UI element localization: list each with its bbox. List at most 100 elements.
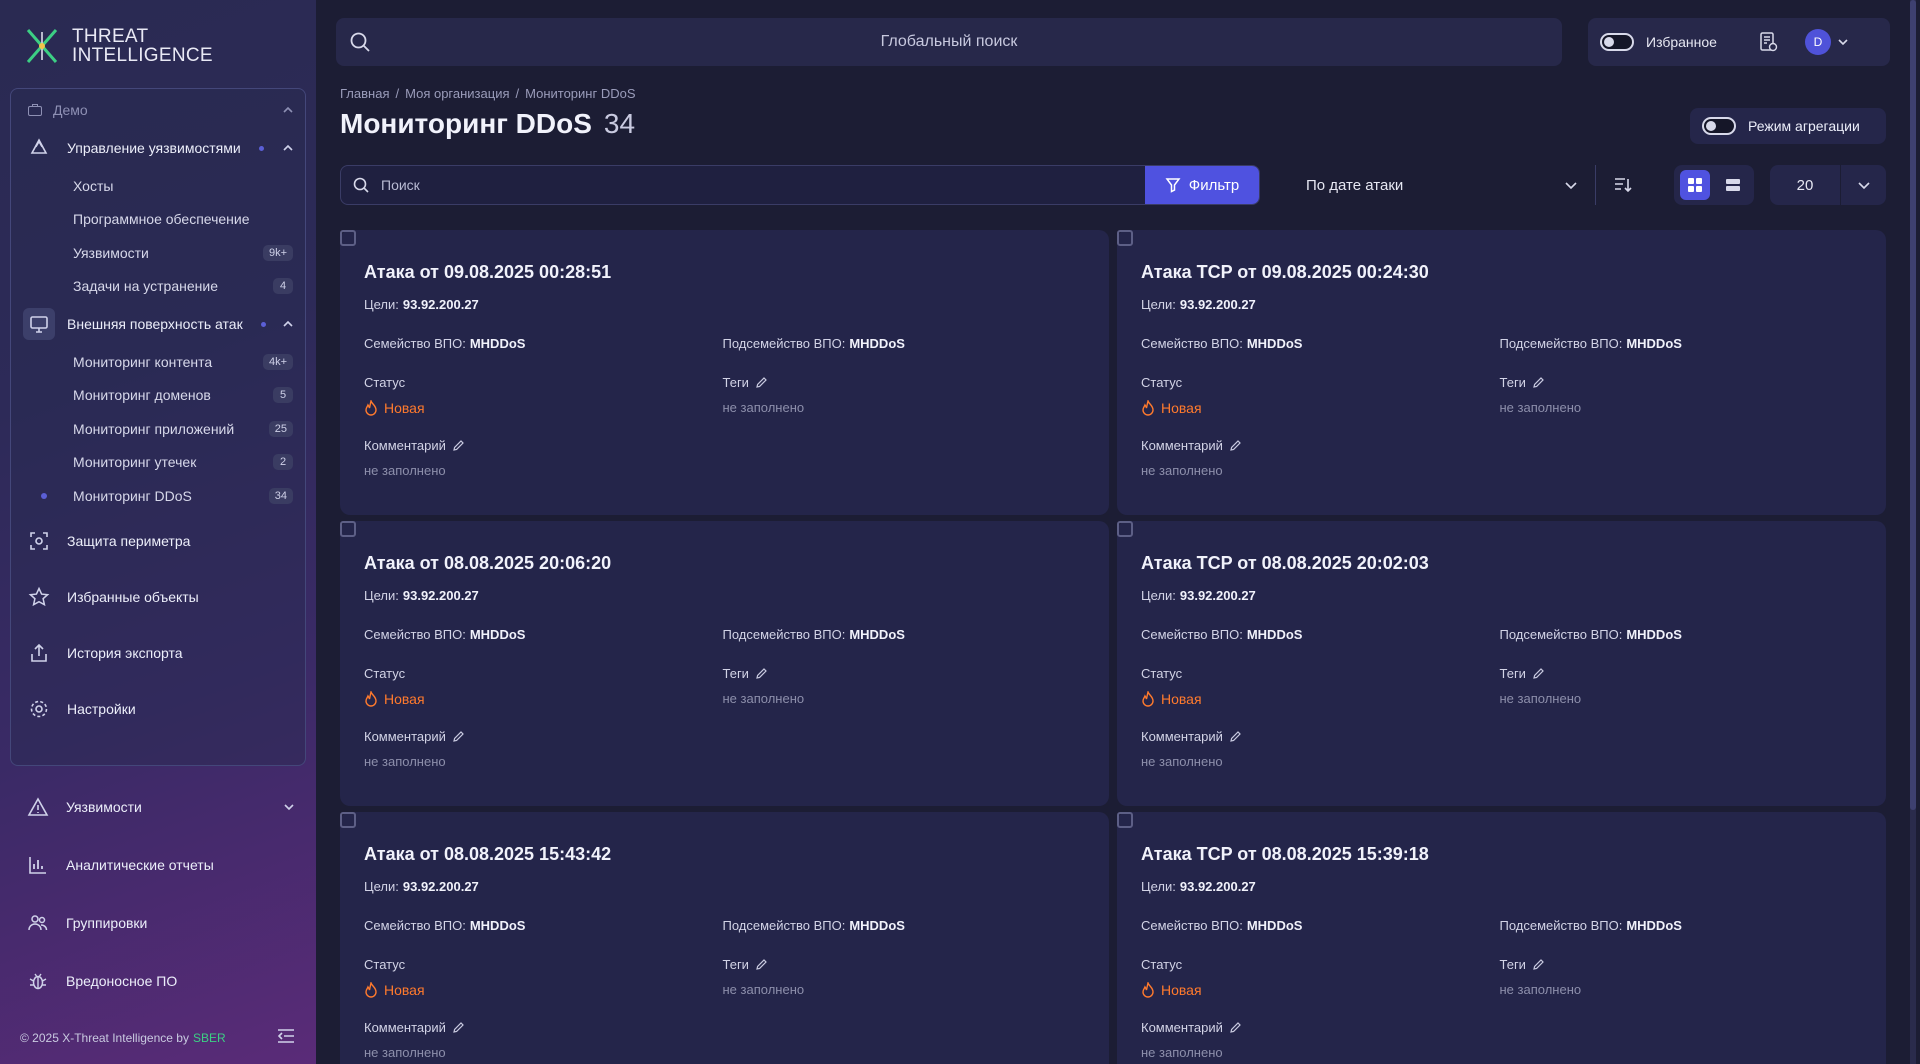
attack-card[interactable]: Атака от 09.08.2025 00:28:51 Цели: 93.92.… [340,230,1109,515]
sidebar-item-domain-monitoring[interactable]: Мониторинг доменов 5 [11,379,305,413]
breadcrumb: Главная / Моя организация / Мониторинг DDo… [340,86,636,101]
status-badge[interactable]: Новая [1141,982,1500,998]
tags-label-wrap: Теги [723,666,1082,681]
sidebar-item-perimeter[interactable]: Защита периметра [11,513,305,569]
sidebar: THREAT INTELLIGENCE Демо Управление уязв… [0,0,316,1064]
edit-icon[interactable] [1532,376,1545,389]
reports-icon[interactable] [1757,31,1779,53]
attack-card[interactable]: Атака TCP от 08.08.2025 20:02:03 Цели: 93… [1117,521,1886,806]
sidebar-item-app-monitoring[interactable]: Мониторинг приложений 25 [11,412,305,446]
avatar[interactable]: D [1804,29,1831,55]
sidebar-item-vulnerabilities-global[interactable]: Уязвимости [10,778,306,836]
filter-button[interactable]: Фильтр [1145,166,1259,204]
card-checkbox[interactable] [1117,812,1133,828]
sidebar-item-malware[interactable]: Вредоносное ПО [10,952,306,1010]
card-title[interactable]: Атака от 09.08.2025 00:28:51 [364,262,1081,283]
sidebar-group-attack-surface[interactable]: Внешняя поверхность атак [11,303,305,345]
sidebar-item-hosts[interactable]: Хосты [11,169,305,203]
sidebar-item-favorites[interactable]: Избранные объекты [11,569,305,625]
subfamily-field: Подсемейство ВПО: MHDDoS [1500,918,1859,933]
page-size-select[interactable]: 20 [1770,165,1886,205]
status-badge[interactable]: Новая [364,982,723,998]
sidebar-item-remediation-tasks[interactable]: Задачи на устранение 4 [11,270,305,304]
attack-card[interactable]: Атака от 08.08.2025 20:06:20 Цели: 93.92.… [340,521,1109,806]
attack-card[interactable]: Атака от 08.08.2025 15:43:42 Цели: 93.92.… [340,812,1109,1064]
edit-icon[interactable] [1229,439,1242,452]
comment-value: не заполнено [1141,1045,1223,1060]
sidebar-item-groups[interactable]: Группировки [10,894,306,952]
org-section: Демо Управление уязвимостями Хосты Прогр… [10,88,306,766]
family-field: Семейство ВПО: MHDDoS [1141,336,1500,351]
breadcrumb-organization[interactable]: Моя организация [405,86,509,101]
edit-icon[interactable] [452,439,465,452]
sidebar-item-settings[interactable]: Настройки [11,681,305,737]
grid-view-button[interactable] [1680,170,1710,200]
aggregation-toggle[interactable] [1702,117,1736,135]
favorites-toggle[interactable] [1600,33,1634,51]
chevron-down-icon[interactable] [1837,36,1849,48]
page-scrollbar[interactable] [1910,0,1916,1064]
sidebar-item-leak-monitoring[interactable]: Мониторинг утечек 2 [11,446,305,480]
sidebar-item-export-history[interactable]: История экспорта [11,625,305,681]
sidebar-item-content-monitoring[interactable]: Мониторинг контента 4k+ [11,345,305,379]
card-title[interactable]: Атака TCP от 08.08.2025 20:02:03 [1141,553,1858,574]
status-badge[interactable]: Новая [364,400,723,416]
card-targets: Цели: 93.92.200.27 [1141,297,1858,312]
sort-desc-icon [1615,178,1632,193]
attack-card[interactable]: Атака TCP от 09.08.2025 00:24:30 Цели: 93… [1117,230,1886,515]
card-title[interactable]: Атака TCP от 08.08.2025 15:39:18 [1141,844,1858,865]
brand-link[interactable]: SBER [193,1031,226,1045]
sort-direction-button[interactable] [1608,170,1638,200]
search-icon [341,176,381,194]
search-input[interactable] [381,177,1145,193]
sidebar-item-vulnerabilities[interactable]: Уязвимости 9k+ [11,236,305,270]
tags-value: не заполнено [1499,691,1582,706]
status-field: Статус Новая [364,957,723,998]
sidebar-item-software[interactable]: Программное обеспечение [11,203,305,237]
card-checkbox[interactable] [1117,521,1133,537]
edit-icon[interactable] [755,958,768,971]
card-checkbox[interactable] [340,230,356,246]
card-title[interactable]: Атака TCP от 09.08.2025 00:24:30 [1141,262,1858,283]
sort-select[interactable]: По дате атаки [1290,165,1596,205]
attack-card[interactable]: Атака TCP от 08.08.2025 15:39:18 Цели: 93… [1117,812,1886,1064]
edit-icon[interactable] [1532,958,1545,971]
sidebar-group-vuln-management[interactable]: Управление уязвимостями [11,127,305,169]
card-title[interactable]: Атака от 08.08.2025 20:06:20 [364,553,1081,574]
sidebar-group-label: Внешняя поверхность атак [67,316,243,332]
org-switcher[interactable]: Демо [11,93,305,127]
status-badge[interactable]: Новая [364,691,723,707]
edit-icon[interactable] [1532,667,1545,680]
favorites-label: Избранное [1646,34,1717,50]
targets-label: Цели: [1141,879,1176,894]
card-title[interactable]: Атака от 08.08.2025 15:43:42 [364,844,1081,865]
card-checkbox[interactable] [340,521,356,537]
aggregation-mode[interactable]: Режим агрегации [1690,108,1886,144]
list-view-button[interactable] [1718,170,1748,200]
comment-label: Комментарий [1141,729,1223,744]
list-icon [1726,179,1740,191]
edit-icon[interactable] [1229,1021,1242,1034]
tags-value: не заполнено [1499,982,1582,997]
sidebar-item-label: Мониторинг контента [73,353,213,370]
targets-label: Цели: [1141,588,1176,603]
sidebar-item-ddos-monitoring[interactable]: Мониторинг DDoS 34 [11,479,305,513]
count-badge: 2 [273,454,293,471]
comment-field: Комментарий не заполнено [1141,1020,1858,1060]
card-checkbox[interactable] [340,812,356,828]
status-badge[interactable]: Новая [1141,400,1500,416]
subfamily-value: MHDDoS [1626,336,1682,351]
sidebar-item-analytics-reports[interactable]: Аналитические отчеты [10,836,306,894]
app-logo[interactable]: THREAT INTELLIGENCE [10,0,306,92]
edit-icon[interactable] [1229,730,1242,743]
edit-icon[interactable] [452,730,465,743]
edit-icon[interactable] [755,376,768,389]
breadcrumb-home[interactable]: Главная [340,86,389,101]
tags-value: не заполнено [722,400,805,415]
global-search[interactable]: Глобальный поиск [336,18,1562,66]
status-badge[interactable]: Новая [1141,691,1500,707]
collapse-sidebar-icon[interactable] [276,1027,296,1048]
edit-icon[interactable] [452,1021,465,1034]
card-checkbox[interactable] [1117,230,1133,246]
edit-icon[interactable] [755,667,768,680]
